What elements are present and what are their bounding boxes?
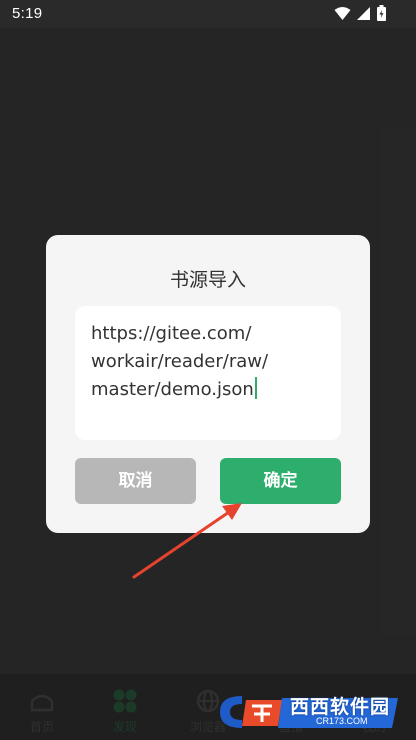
- battery-icon: [377, 5, 386, 21]
- url-line-3: master/demo.json: [91, 376, 331, 404]
- url-line-3-text: master/demo.json: [91, 379, 254, 400]
- confirm-button[interactable]: 确定: [220, 458, 341, 504]
- watermark-subtext: CR173.COM: [316, 716, 368, 726]
- text-caret: [254, 377, 257, 399]
- status-bar: 5:19: [0, 0, 416, 28]
- status-icons: [334, 5, 386, 21]
- url-line-2: workair/reader/raw/: [91, 351, 269, 372]
- watermark-text: 西西软件园: [290, 696, 391, 718]
- source-import-dialog: 书源导入 https://gitee.com/ workair/reader/r…: [46, 235, 370, 533]
- dialog-title: 书源导入: [169, 269, 246, 291]
- wifi-icon: [334, 6, 351, 21]
- url-input-text[interactable]: https://gitee.com/ workair/reader/raw/ m…: [91, 320, 331, 404]
- url-line-1: https://gitee.com/: [91, 323, 252, 344]
- url-input[interactable]: https://gitee.com/ workair/reader/raw/ m…: [75, 306, 341, 440]
- signal-icon: [357, 6, 371, 21]
- status-time: 5:19: [12, 5, 43, 22]
- watermark: 西西软件园 CR173.COM: [212, 690, 402, 734]
- cancel-button[interactable]: 取消: [75, 458, 196, 504]
